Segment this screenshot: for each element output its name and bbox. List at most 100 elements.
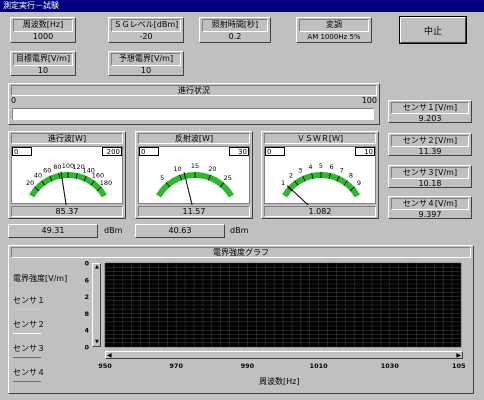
reflected-dbm-value: 40.63 <box>135 224 225 238</box>
forward-power-title: 進行波[W] <box>11 133 123 144</box>
target-field: 目標電界[V/m] 10 <box>10 51 76 76</box>
meter-tick-label: 5 <box>319 162 323 170</box>
meter-tick-label: 2 <box>289 172 293 180</box>
scroll-right-arrow-icon[interactable]: ▶ <box>456 352 461 359</box>
param-sg-level: ＳＧレベル[dBm] -20 <box>108 17 184 43</box>
sensor-2-value: 11.39 <box>418 147 442 156</box>
legend-line-sensor-3 <box>13 357 41 358</box>
param-modulation: 変調 AM 1000Hz 5% <box>296 17 372 43</box>
progress-panel: 進行状況 0 100 <box>8 83 380 125</box>
sensor-3-value: 10.18 <box>418 179 442 188</box>
sensor-4-label: センサ４[V/m] <box>391 198 469 210</box>
vswr-max-input[interactable]: 10 <box>355 147 375 156</box>
y-tick-label: 0 <box>85 344 89 352</box>
param-sg-level-value: -20 <box>139 32 153 41</box>
sensor-1: センサ１[V/m] 9.203 <box>388 100 472 123</box>
target-field-label: 目標電界[V/m] <box>13 53 73 66</box>
sensor-2-label: センサ２[V/m] <box>391 135 469 147</box>
x-tick-label: 1030 <box>381 362 400 370</box>
y-tick-label: 12 <box>85 293 89 301</box>
meter-tick-label: 180 <box>100 179 112 187</box>
field-strength-graph-panel: 電界強度グラフ 電界強度[V/m] センサ１ センサ２ センサ３ センサ４ 0 4… <box>8 245 474 394</box>
vswr-reading: 1.082 <box>264 206 376 217</box>
reflected-power-title: 反射波[W] <box>138 133 250 144</box>
sensor-3-label: センサ３[V/m] <box>391 167 469 179</box>
param-frequency: 周波数[Hz] 1000 <box>10 17 76 43</box>
meter-tick-label: 20 <box>26 179 34 187</box>
vswr-min-input[interactable]: 0 <box>265 147 285 156</box>
sensor-4-value: 9.397 <box>418 210 442 219</box>
param-duration-label: 照射時間[秒] <box>202 19 268 32</box>
stop-button[interactable]: 中止 <box>400 17 466 43</box>
meter-tick-label: 10 <box>173 165 181 173</box>
y-tick-label: 20 <box>85 260 89 268</box>
meter-tick-label: 1 <box>281 179 285 187</box>
meter-tick-label: 20 <box>208 165 216 173</box>
legend-sensor-2: センサ２ <box>13 320 45 329</box>
reflected-power-max-input[interactable]: 30 <box>229 147 249 156</box>
legend-sensor-3: センサ３ <box>13 344 45 353</box>
meter-tick-label: 15 <box>191 162 199 170</box>
param-modulation-value: AM 1000Hz 5% <box>307 33 361 41</box>
param-sg-level-label: ＳＧレベル[dBm] <box>111 19 181 32</box>
y-tick-label: 16 <box>85 276 89 284</box>
meter-tick-label: 40 <box>34 172 42 180</box>
param-duration: 照射時間[秒] 0.2 <box>199 17 271 43</box>
sensor-1-label: センサ１[V/m] <box>391 102 469 114</box>
reflected-power-min-input[interactable]: 0 <box>139 147 159 156</box>
meter-tick-label: 25 <box>224 174 232 182</box>
meter-tick-label: 5 <box>160 174 164 182</box>
forward-power-meter: 進行波[W] 20 40 60 80 100 120 140 160 180 0 200 85.… <box>8 131 126 219</box>
forward-power-max-input[interactable]: 200 <box>102 147 122 156</box>
meter-needle <box>287 185 309 205</box>
reflected-power-reading: 11.57 <box>138 206 250 217</box>
meter-tick-label: 60 <box>43 166 51 174</box>
meter-tick-label: 3 <box>298 166 302 174</box>
meter-tick-label: 7 <box>340 166 344 174</box>
progress-title: 進行状況 <box>11 85 377 96</box>
x-tick-label: 1050 <box>452 362 465 370</box>
forward-dbm-unit: dBm <box>104 226 123 235</box>
x-tick-label: 1010 <box>310 362 329 370</box>
reflected-power-dial: 5 10 15 20 25 0 30 <box>138 146 250 205</box>
x-tick-label: 950 <box>98 362 112 370</box>
meter-scale-arc <box>156 172 234 198</box>
param-duration-value: 0.2 <box>228 32 242 41</box>
expected-field-label: 予想電界[V/m] <box>111 53 181 66</box>
graph-ylabel: 電界強度[V/m] <box>13 274 68 283</box>
legend-line-sensor-1 <box>13 309 41 310</box>
graph-vertical-scrollbar[interactable]: ▲ ▼ <box>92 263 101 347</box>
scroll-left-arrow-icon[interactable]: ◀ <box>107 352 112 359</box>
param-frequency-label: 周波数[Hz] <box>13 19 73 32</box>
forward-power-min-input[interactable]: 0 <box>12 147 32 156</box>
graph-xlabel: 周波数[Hz] <box>259 377 300 386</box>
vswr-title: ＶＳＷＲ[Ｗ] <box>264 133 376 144</box>
meter-tick-label: 80 <box>53 163 61 171</box>
expected-field-value: 10 <box>140 66 152 75</box>
progress-min-label: 0 <box>11 96 17 105</box>
meter-tick-label: 8 <box>349 172 353 180</box>
progress-max-label: 100 <box>361 96 377 105</box>
legend-line-sensor-4 <box>13 381 41 382</box>
forward-dbm-value: 49.31 <box>8 224 98 238</box>
x-tick-label: 990 <box>241 362 255 370</box>
sensor-3: センサ３[V/m] 10.18 <box>388 165 472 188</box>
reflected-dbm-unit: dBm <box>230 226 249 235</box>
expected-field: 予想電界[V/m] 10 <box>108 51 184 76</box>
forward-power-reading: 85.37 <box>11 206 123 217</box>
progress-bar <box>12 108 374 120</box>
meter-tick-label: 4 <box>308 163 312 171</box>
legend-sensor-1: センサ１ <box>13 296 45 305</box>
legend-line-sensor-2 <box>13 333 41 334</box>
scroll-up-arrow-icon[interactable]: ▲ <box>95 265 99 270</box>
param-frequency-value: 1000 <box>32 32 54 41</box>
y-tick-label: 8 <box>85 310 89 318</box>
graph-horizontal-scrollbar[interactable]: ◀ ▶ <box>105 351 463 359</box>
target-field-value: 10 <box>37 66 49 75</box>
stop-button-frame: 中止 <box>399 16 467 44</box>
vswr-dial: 123456789 0 10 <box>264 146 376 205</box>
reflected-power-meter: 反射波[W] 5 10 15 20 25 0 30 11.57 <box>135 131 253 219</box>
y-tick-label: 4 <box>85 327 89 335</box>
field-strength-chart: 0 4 8 12 16 20 950 970 990 1010 1030 1050 <box>85 260 465 371</box>
scroll-down-arrow-icon[interactable]: ▼ <box>95 340 99 345</box>
